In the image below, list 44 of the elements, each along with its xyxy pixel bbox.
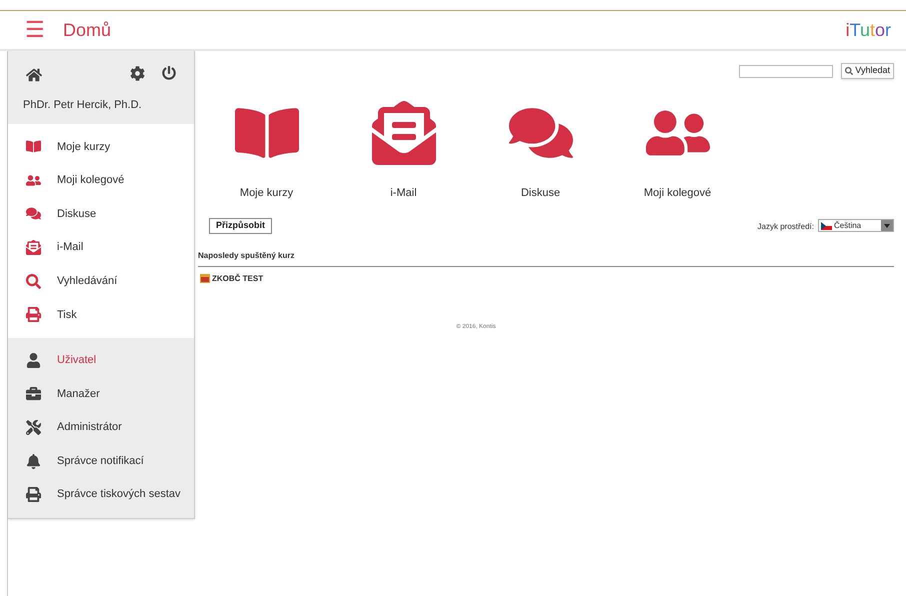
course-link[interactable]: ZKOBČ TEST [212, 272, 264, 284]
sidebar-item[interactable]: Uživatel [8, 344, 194, 378]
envelope-icon [372, 101, 436, 165]
printer-icon [26, 307, 41, 322]
user-name: PhDr. Petr Hercik, Ph.D. [23, 98, 143, 113]
search-button[interactable]: Vyhledat [841, 63, 894, 79]
briefcase-icon [26, 386, 41, 402]
course-icon [200, 274, 210, 283]
menu-icon[interactable]: ☰ [25, 19, 45, 41]
tile[interactable]: Diskuse [472, 93, 609, 202]
tile[interactable]: Moji kolegové [609, 93, 746, 202]
sidebar-item[interactable]: i-Mail [8, 230, 194, 264]
logo: iTutor [846, 18, 891, 42]
sidebar-item[interactable]: Diskuse [8, 197, 194, 231]
sidebar-item[interactable]: Vyhledávání [8, 264, 194, 298]
language-label: Jazyk prostředí: [758, 220, 814, 232]
home-icon[interactable] [26, 67, 42, 83]
tile[interactable]: Moje kurzy [198, 93, 335, 202]
tools-icon [26, 420, 41, 436]
printer-icon [26, 487, 41, 502]
sidebar-item[interactable]: Správce notifikací [8, 444, 194, 478]
sidebar-item[interactable]: Administrátor [8, 410, 194, 444]
settings-icon[interactable] [130, 66, 145, 80]
sidebar-item[interactable]: Moji kolegové [8, 164, 194, 198]
sidebar-item[interactable]: Tisk [8, 298, 194, 332]
tile[interactable]: i-Mail [335, 93, 472, 202]
recent-heading: Naposledy spuštěný kurz [198, 250, 894, 266]
czech-flag-icon [821, 222, 832, 230]
language-select[interactable]: Čeština [818, 219, 894, 232]
search-field[interactable] [739, 64, 834, 78]
users-icon [26, 172, 41, 188]
sidebar-item[interactable]: Manažer [8, 377, 194, 411]
envelope-icon [26, 240, 41, 256]
user-icon [26, 352, 41, 368]
book-icon [26, 139, 41, 154]
bell-icon [26, 454, 41, 469]
power-icon[interactable] [162, 66, 176, 80]
search-icon [845, 67, 854, 75]
sidebar-item[interactable]: Moje kurzy [8, 130, 194, 164]
customize-button[interactable]: Přizpůsobit [209, 218, 272, 234]
search-icon [26, 274, 41, 289]
chat-icon [26, 206, 41, 222]
sidebar-item[interactable]: Správce tiskových sestav [8, 478, 194, 512]
page-title: Domů [63, 18, 112, 42]
